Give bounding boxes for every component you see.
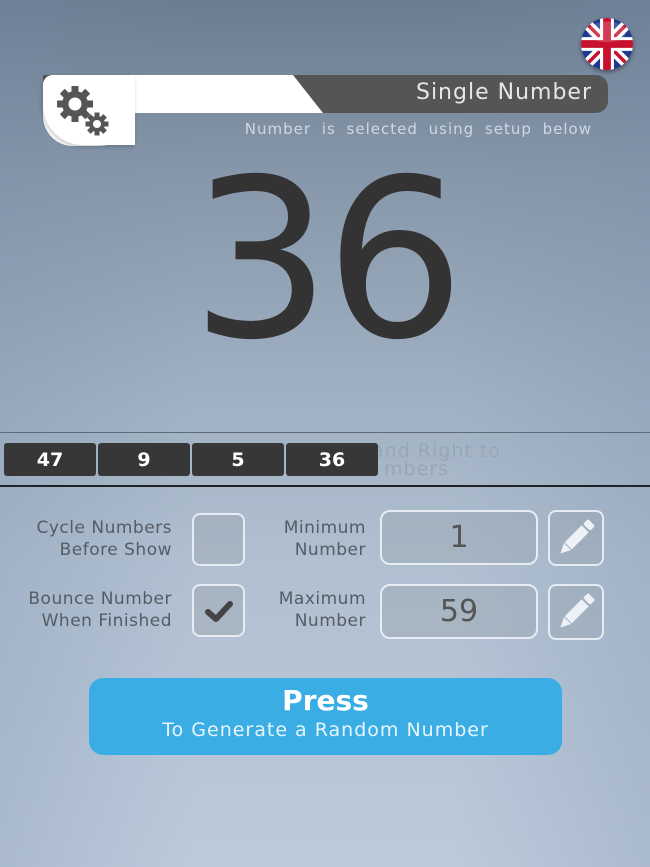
- maximum-number-field[interactable]: 59: [380, 584, 538, 639]
- maximum-label-line2: Number: [294, 611, 366, 631]
- history-item[interactable]: 47: [4, 443, 96, 476]
- edit-maximum-button[interactable]: [548, 584, 604, 640]
- bounce-number-checkbox[interactable]: [192, 584, 245, 637]
- uk-flag-icon: [581, 18, 633, 70]
- checkmark-icon: [204, 600, 233, 622]
- cycle-numbers-checkbox[interactable]: [192, 513, 245, 566]
- bounce-number-label-line1: Bounce Number: [28, 589, 172, 609]
- bounce-number-label: Bounce Number When Finished: [28, 588, 172, 632]
- edit-minimum-button[interactable]: [548, 510, 604, 566]
- history-strip[interactable]: 47 9 5 36: [4, 443, 378, 476]
- language-selector[interactable]: [581, 18, 633, 70]
- history-divider-top: [0, 432, 650, 433]
- history-hint: and Right to mbers: [372, 442, 501, 480]
- pencil-icon: [560, 593, 595, 628]
- history-hint-line2: mbers: [384, 458, 449, 480]
- maximum-label-line1: Maximum: [278, 589, 366, 609]
- minimum-number-field[interactable]: 1: [380, 510, 538, 565]
- generate-button-subtitle: To Generate a Random Number: [162, 719, 489, 741]
- generate-button[interactable]: Press To Generate a Random Number: [89, 678, 562, 755]
- history-item[interactable]: 36: [286, 443, 378, 476]
- minimum-label-line1: Minimum: [283, 518, 366, 538]
- generate-button-title: Press: [282, 684, 369, 717]
- pencil-icon: [560, 519, 595, 554]
- history-item[interactable]: 9: [98, 443, 190, 476]
- cycle-numbers-label: Cycle Numbers Before Show: [36, 517, 172, 561]
- history-divider-bottom: [0, 485, 650, 487]
- bounce-number-label-line2: When Finished: [41, 611, 172, 631]
- maximum-number-label: Maximum Number: [279, 588, 366, 632]
- current-number: 36: [191, 132, 465, 388]
- minimum-number-label: Minimum Number: [284, 517, 366, 561]
- mode-title: Single Number: [415, 80, 592, 105]
- cycle-numbers-label-line1: Cycle Numbers: [36, 518, 172, 538]
- history-item[interactable]: 5: [192, 443, 284, 476]
- minimum-label-line2: Number: [294, 540, 366, 560]
- cycle-numbers-label-line2: Before Show: [59, 540, 172, 560]
- gears-icon[interactable]: [55, 84, 111, 138]
